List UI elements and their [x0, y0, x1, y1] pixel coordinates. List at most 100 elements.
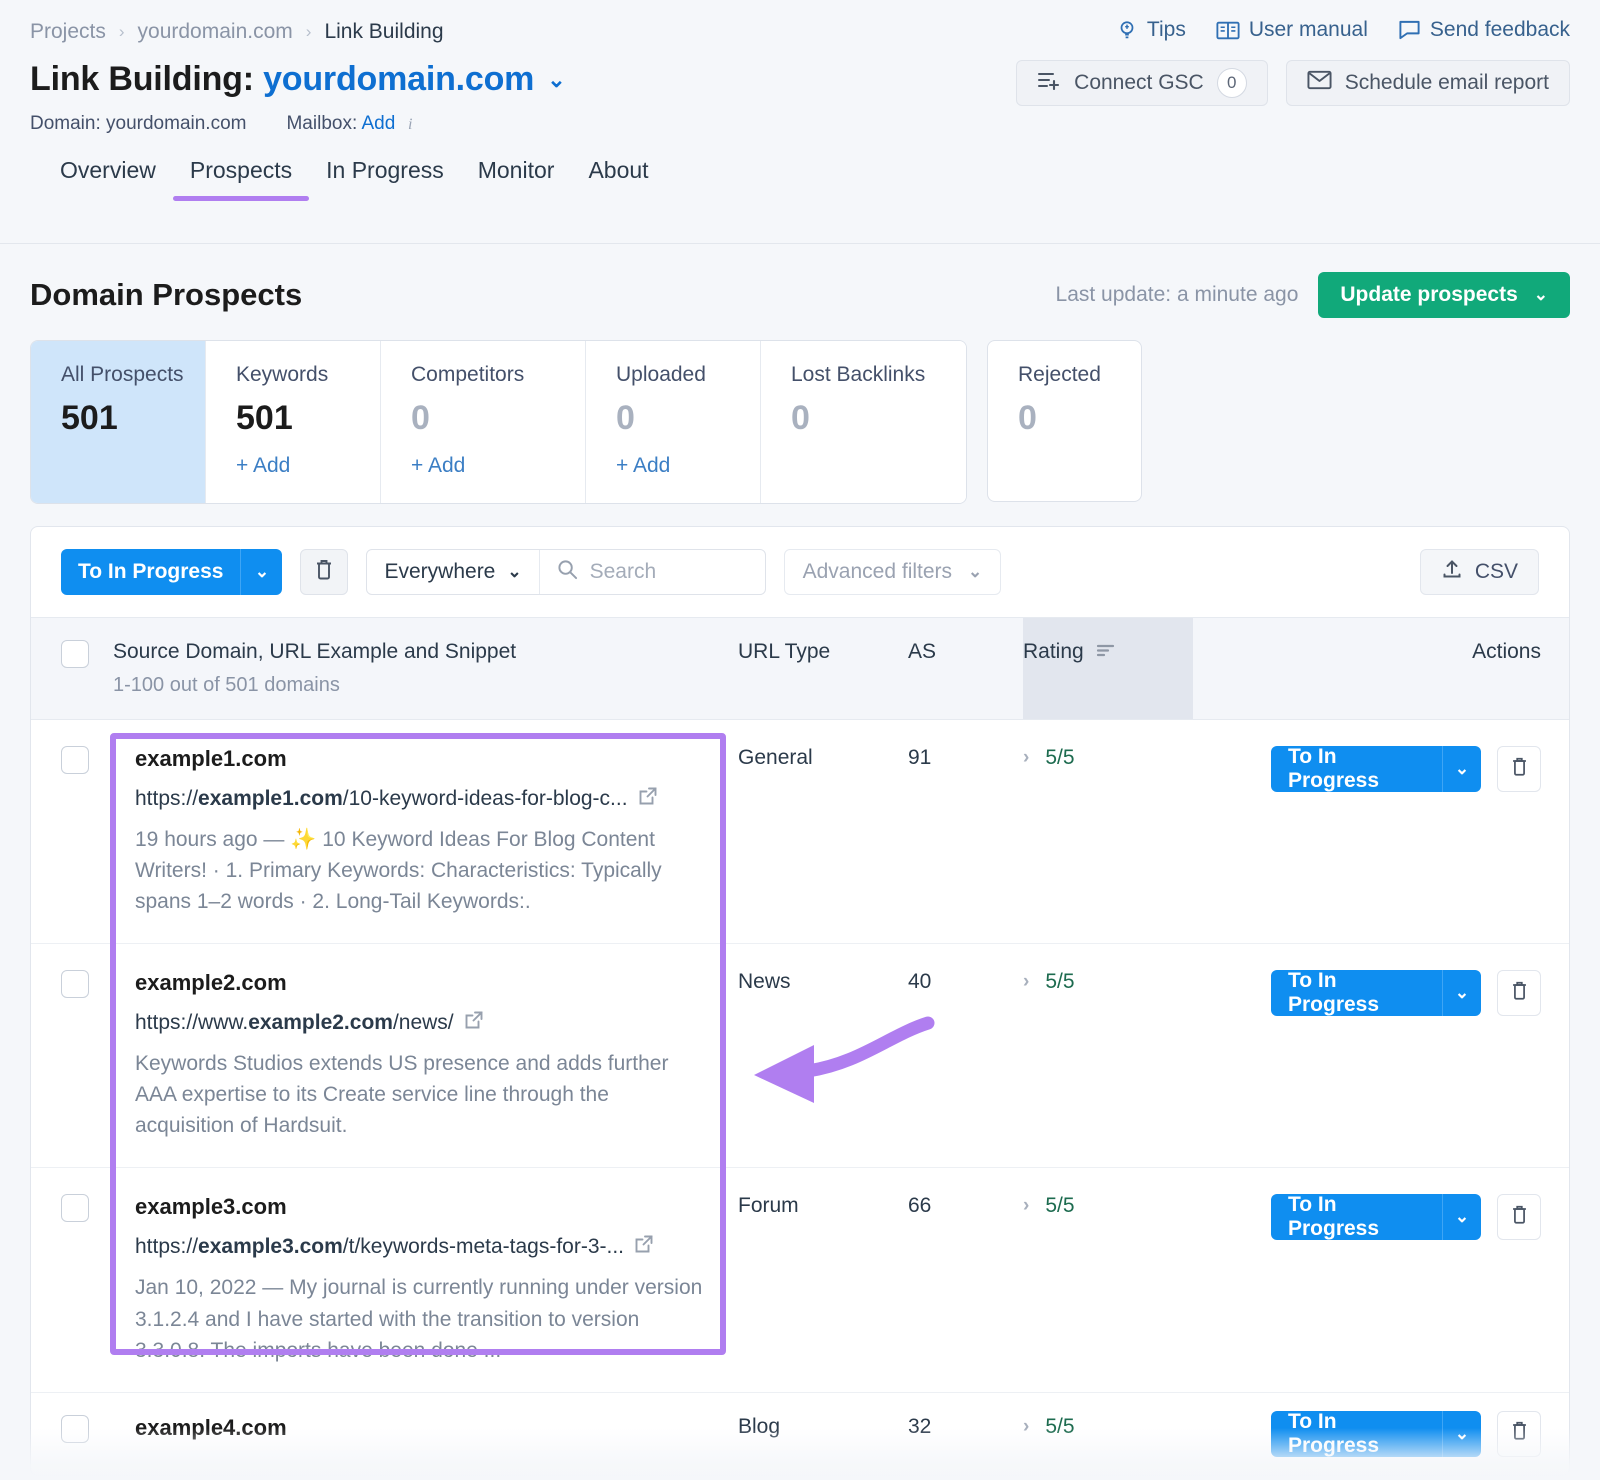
external-link-icon[interactable]: [638, 786, 658, 812]
row-as-cell: 91: [908, 720, 1023, 944]
chevron-right-icon[interactable]: ›: [1023, 1195, 1029, 1217]
row-source-cell: example3.com https://example3.com/t/keyw…: [113, 1168, 738, 1392]
external-link-icon[interactable]: [634, 1234, 654, 1260]
external-link-icon[interactable]: [464, 1010, 484, 1036]
tab-monitor[interactable]: Monitor: [461, 157, 572, 201]
tips-label: Tips: [1147, 18, 1186, 42]
breadcrumb-item-domain[interactable]: yourdomain.com: [138, 20, 293, 44]
row-delete-button[interactable]: [1497, 1194, 1541, 1240]
stat-card-all-prospects[interactable]: All Prospects 501: [31, 341, 206, 503]
mailbox-label: Mailbox:: [286, 113, 357, 134]
chevron-down-icon[interactable]: ⌄: [1442, 1411, 1482, 1457]
stat-card-rejected[interactable]: Rejected 0: [987, 340, 1142, 502]
app-root: Projects › yourdomain.com › Link Buildin…: [0, 0, 1600, 1480]
source-snippet: 19 hours ago — ✨ 10 Keyword Ideas For Bl…: [135, 824, 712, 917]
prospects-table: Source Domain, URL Example and Snippet 1…: [31, 617, 1570, 1476]
url-prefix: https://www.: [135, 1011, 248, 1034]
delete-selected-button[interactable]: [300, 549, 348, 595]
row-to-in-progress-button[interactable]: To In Progress ⌄: [1271, 1411, 1481, 1457]
source-url[interactable]: https://www.example2.com/news/: [135, 1010, 712, 1036]
tab-overview[interactable]: Overview: [60, 157, 173, 201]
rating-group[interactable]: › 5/5: [1023, 746, 1193, 770]
connect-gsc-button[interactable]: Connect GSC 0: [1016, 60, 1268, 106]
row-select-cell: [31, 720, 113, 944]
tab-prospects-label: Prospects: [190, 157, 292, 183]
search-input[interactable]: [590, 560, 748, 584]
rating-group[interactable]: › 5/5: [1023, 970, 1193, 994]
source-url[interactable]: https://example1.com/10-keyword-ideas-fo…: [135, 786, 712, 812]
source-domain[interactable]: example3.com: [135, 1194, 712, 1220]
chevron-right-icon[interactable]: ›: [1023, 971, 1029, 993]
stat-card-add-link[interactable]: + Add: [236, 454, 380, 478]
column-header-url-type[interactable]: URL Type: [738, 618, 908, 720]
table-row[interactable]: example4.com Blog 32 › 5/5: [31, 1392, 1570, 1476]
row-actions-cell: To In Progress ⌄: [1271, 1168, 1570, 1392]
row-to-in-progress-button[interactable]: To In Progress ⌄: [1271, 746, 1481, 792]
row-checkbox[interactable]: [61, 1194, 89, 1222]
chevron-down-icon[interactable]: ⌄: [240, 549, 282, 595]
speech-bubble-icon: [1398, 19, 1421, 41]
tips-link[interactable]: Tips: [1116, 18, 1186, 42]
breadcrumb-item-projects[interactable]: Projects: [30, 20, 106, 44]
row-to-in-progress-label: To In Progress: [1271, 970, 1442, 1016]
stat-cards: All Prospects 501 Keywords 501 + Add Com…: [30, 340, 1570, 504]
table-toolbar: To In Progress ⌄ Everywhere ⌄: [31, 527, 1569, 617]
schedule-email-report-button[interactable]: Schedule email report: [1286, 60, 1570, 106]
export-csv-button[interactable]: CSV: [1420, 549, 1539, 595]
stat-card-keywords[interactable]: Keywords 501 + Add: [206, 341, 381, 503]
rating-group[interactable]: › 5/5: [1023, 1415, 1193, 1439]
column-header-rating[interactable]: Rating: [1023, 618, 1193, 720]
tab-monitor-label: Monitor: [478, 157, 555, 183]
to-in-progress-bulk-button[interactable]: To In Progress ⌄: [61, 549, 282, 595]
last-update-text: Last update: a minute ago: [1056, 283, 1299, 307]
source-domain[interactable]: example2.com: [135, 970, 712, 996]
stat-card-competitors[interactable]: Competitors 0 + Add: [381, 341, 586, 503]
chevron-down-icon[interactable]: ⌄: [1442, 970, 1482, 1016]
rating-group[interactable]: › 5/5: [1023, 1194, 1193, 1218]
advanced-filters-button[interactable]: Advanced filters ⌄: [784, 549, 1002, 595]
table-row[interactable]: example3.com https://example3.com/t/keyw…: [31, 1168, 1570, 1392]
table-row[interactable]: example1.com https://example1.com/10-key…: [31, 720, 1570, 944]
table-row[interactable]: example2.com https://www.example2.com/ne…: [31, 944, 1570, 1168]
row-checkbox[interactable]: [61, 970, 89, 998]
row-delete-button[interactable]: [1497, 970, 1541, 1016]
source-domain[interactable]: example4.com: [135, 1415, 738, 1441]
stat-card-add-link[interactable]: + Add: [411, 454, 585, 478]
header-buttons: Connect GSC 0 Schedule email report: [1016, 60, 1570, 106]
stat-card-label: All Prospects: [61, 363, 205, 387]
source-domain[interactable]: example1.com: [135, 746, 712, 772]
row-gap-cell: [1193, 1392, 1271, 1476]
mailbox-add-link[interactable]: Add: [361, 113, 395, 134]
update-prospects-button[interactable]: Update prospects ⌄: [1318, 272, 1570, 318]
stat-card-uploaded[interactable]: Uploaded 0 + Add: [586, 341, 761, 503]
row-checkbox[interactable]: [61, 746, 89, 774]
row-checkbox[interactable]: [61, 1415, 89, 1443]
select-all-checkbox[interactable]: [61, 640, 89, 668]
search-field[interactable]: [540, 550, 765, 594]
tab-about[interactable]: About: [571, 157, 665, 201]
row-delete-button[interactable]: [1497, 746, 1541, 792]
chevron-right-icon[interactable]: ›: [1023, 747, 1029, 769]
row-to-in-progress-button[interactable]: To In Progress ⌄: [1271, 1194, 1481, 1240]
tab-prospects[interactable]: Prospects: [173, 157, 309, 201]
sort-icon[interactable]: [1096, 640, 1116, 664]
lightbulb-icon: [1116, 19, 1138, 41]
page-title-domain[interactable]: yourdomain.com: [263, 60, 534, 98]
column-header-as[interactable]: AS: [908, 618, 1023, 720]
user-manual-link[interactable]: User manual: [1216, 18, 1368, 42]
stat-card-add-link[interactable]: + Add: [616, 454, 760, 478]
row-to-in-progress-button[interactable]: To In Progress ⌄: [1271, 970, 1481, 1016]
chevron-down-icon[interactable]: ⌄: [1442, 1194, 1482, 1240]
send-feedback-link[interactable]: Send feedback: [1398, 18, 1570, 42]
row-delete-button[interactable]: [1497, 1411, 1541, 1457]
chevron-down-icon[interactable]: ⌄: [547, 67, 565, 93]
chevron-right-icon[interactable]: ›: [1023, 1416, 1029, 1438]
stat-card-lost-backlinks[interactable]: Lost Backlinks 0: [761, 341, 966, 503]
tab-in-progress[interactable]: In Progress: [309, 157, 461, 201]
prospects-section: Domain Prospects Last update: a minute a…: [0, 272, 1600, 504]
scope-select[interactable]: Everywhere ⌄: [367, 550, 539, 594]
chevron-down-icon[interactable]: ⌄: [1442, 746, 1482, 792]
row-actions-cell: To In Progress ⌄: [1271, 944, 1570, 1168]
source-url[interactable]: https://example3.com/t/keywords-meta-tag…: [135, 1234, 712, 1260]
info-icon[interactable]: i: [403, 115, 417, 135]
